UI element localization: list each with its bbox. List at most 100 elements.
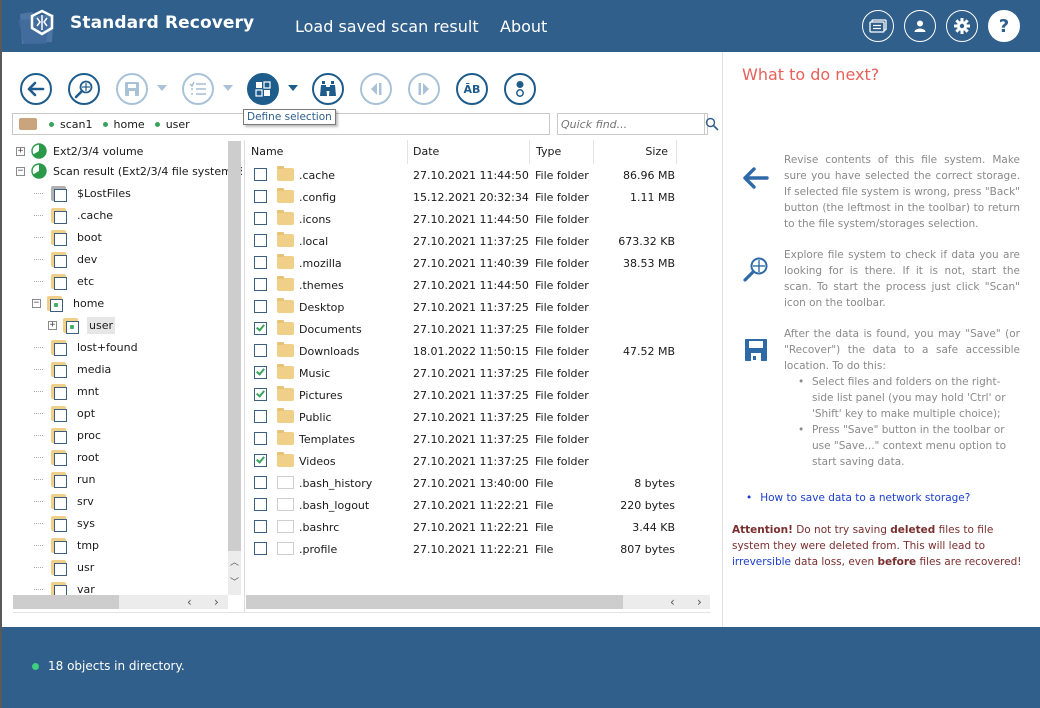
scan-button[interactable] — [68, 73, 100, 105]
tree-item-checkbox[interactable] — [54, 562, 67, 576]
tree-item[interactable]: usr — [32, 557, 96, 577]
file-name[interactable]: .bash_logout — [299, 499, 369, 512]
row-checkbox[interactable] — [254, 432, 267, 445]
tree-item-checkbox[interactable] — [54, 210, 67, 224]
file-name[interactable]: Downloads — [299, 345, 359, 358]
settings-button[interactable] — [946, 10, 978, 42]
tree-root-volume[interactable]: + Ext2/3/4 volume — [16, 141, 145, 161]
tree-item-checkbox[interactable] — [54, 364, 67, 378]
save-dropdown-arrow[interactable] — [157, 85, 167, 91]
row-checkbox[interactable] — [254, 476, 267, 489]
file-name[interactable]: .themes — [299, 279, 344, 292]
file-name[interactable]: .config — [299, 191, 336, 204]
collapse-icon[interactable]: − — [16, 166, 25, 176]
column-header-size[interactable]: Size — [594, 140, 677, 164]
file-name[interactable]: Pictures — [299, 389, 343, 402]
column-header-type[interactable]: Type — [530, 140, 594, 164]
define-selection-button[interactable] — [247, 73, 279, 105]
file-name[interactable]: .bash_history — [299, 477, 372, 490]
file-row[interactable]: .themes 27.10.2021 11:44:50 File folder — [246, 274, 710, 296]
tree-item-checkbox[interactable] — [54, 452, 67, 466]
tree-item[interactable]: mnt — [32, 381, 101, 401]
tree-item[interactable]: proc — [32, 425, 103, 445]
tree-item-checkbox[interactable] — [54, 496, 67, 510]
file-name[interactable]: Templates — [299, 433, 355, 446]
file-row[interactable]: .icons 27.10.2021 11:44:50 File folder — [246, 208, 710, 230]
row-checkbox[interactable] — [254, 212, 267, 225]
tree-item-checkbox[interactable] — [54, 254, 67, 268]
row-checkbox[interactable] — [254, 168, 267, 181]
scroll-down-icon[interactable]: ﹀ — [230, 575, 239, 588]
next-button[interactable] — [408, 73, 440, 105]
about-link[interactable]: About — [500, 17, 547, 36]
network-storage-link[interactable]: How to save data to a network storage? — [746, 492, 970, 504]
scroll-left-icon[interactable]: ‹ — [187, 595, 192, 609]
file-row[interactable]: Downloads 18.01.2022 11:50:15 File folder 4… — [246, 340, 710, 362]
file-row[interactable]: Documents 27.10.2021 11:37:25 File folder — [246, 318, 710, 340]
find-button[interactable] — [312, 73, 344, 105]
file-name[interactable]: .local — [299, 235, 328, 248]
tree-vertical-scrollbar[interactable]: ︿ ﹀ — [228, 141, 241, 595]
file-name[interactable]: Videos — [299, 455, 336, 468]
column-header-name[interactable]: Name — [246, 140, 408, 164]
scroll-left-icon[interactable]: ‹ — [670, 595, 675, 609]
mark-dropdown-arrow[interactable] — [223, 85, 233, 91]
file-name[interactable]: .profile — [299, 543, 337, 556]
file-row[interactable]: Templates 27.10.2021 11:37:25 File folder — [246, 428, 710, 450]
row-checkbox[interactable] — [254, 278, 267, 291]
account-button[interactable] — [904, 10, 936, 42]
tree-item[interactable]: run — [32, 469, 97, 489]
tree-item-checkbox[interactable] — [54, 430, 67, 444]
row-checkbox[interactable] — [254, 454, 267, 467]
row-checkbox[interactable] — [254, 498, 267, 511]
help-button[interactable]: ? — [988, 10, 1020, 42]
file-name[interactable]: Public — [299, 411, 332, 424]
tree-horizontal-scrollbar[interactable]: ‹ › — [13, 595, 228, 609]
expand-icon[interactable]: + — [16, 146, 25, 156]
file-row[interactable]: .cache 27.10.2021 11:44:50 File folder 86.9… — [246, 164, 710, 186]
tree-item-checkbox[interactable] — [54, 540, 67, 554]
file-name[interactable]: .icons — [299, 213, 331, 226]
scrollbar-thumb[interactable] — [228, 141, 241, 551]
pane-splitter[interactable] — [244, 140, 245, 612]
tree-item-checkbox[interactable] — [54, 276, 67, 290]
define-selection-dropdown-arrow[interactable] — [288, 85, 298, 91]
messages-button[interactable] — [862, 10, 894, 42]
file-row[interactable]: Public 27.10.2021 11:37:25 File folder — [246, 406, 710, 428]
row-checkbox[interactable] — [254, 234, 267, 247]
file-row[interactable]: Desktop 27.10.2021 11:37:25 File folder — [246, 296, 710, 318]
row-checkbox[interactable] — [254, 388, 267, 401]
file-list-horizontal-scrollbar[interactable]: ‹ › — [246, 595, 710, 609]
tree-item[interactable]: root — [32, 447, 101, 467]
tree-item[interactable]: lost+found — [32, 337, 140, 357]
tree-item-checkbox[interactable] — [54, 408, 67, 422]
breadcrumb-item-user[interactable]: user — [154, 118, 190, 131]
file-name[interactable]: Music — [299, 367, 330, 380]
row-checkbox[interactable] — [254, 322, 267, 335]
tree-item[interactable]: opt — [32, 403, 97, 423]
column-header-date[interactable]: Date — [408, 140, 530, 164]
file-row[interactable]: Music 27.10.2021 11:37:25 File folder — [246, 362, 710, 384]
scroll-right-icon[interactable]: › — [697, 595, 702, 609]
quick-find-input[interactable] — [558, 114, 704, 134]
file-name[interactable]: .mozilla — [299, 257, 342, 270]
row-checkbox[interactable] — [254, 190, 267, 203]
tree-root-scan-result[interactable]: − Scan result (Ext2/3/4 file system; 8.8 — [16, 161, 242, 181]
expand-icon[interactable]: + — [48, 320, 57, 330]
scrollbar-thumb[interactable] — [13, 595, 119, 609]
tree-item[interactable]: etc — [32, 271, 96, 291]
file-name[interactable]: .cache — [299, 169, 335, 182]
file-name[interactable]: Desktop — [299, 301, 344, 314]
back-button[interactable] — [20, 73, 52, 105]
tree-item[interactable]: dev — [32, 249, 99, 269]
row-checkbox[interactable] — [254, 300, 267, 313]
tree-item-checkbox[interactable] — [54, 474, 67, 488]
save-button[interactable] — [116, 73, 148, 105]
tree-item[interactable]: $LostFiles — [32, 183, 133, 203]
tree-item[interactable]: .cache — [32, 205, 115, 225]
file-row[interactable]: .profile 27.10.2021 11:22:21 File 807 bytes — [246, 538, 710, 560]
tree-item-checkbox[interactable] — [50, 298, 63, 312]
row-checkbox[interactable] — [254, 344, 267, 357]
file-row[interactable]: .bash_history 27.10.2021 13:40:00 File 8 by… — [246, 472, 710, 494]
tree-item[interactable]: media — [32, 359, 113, 379]
